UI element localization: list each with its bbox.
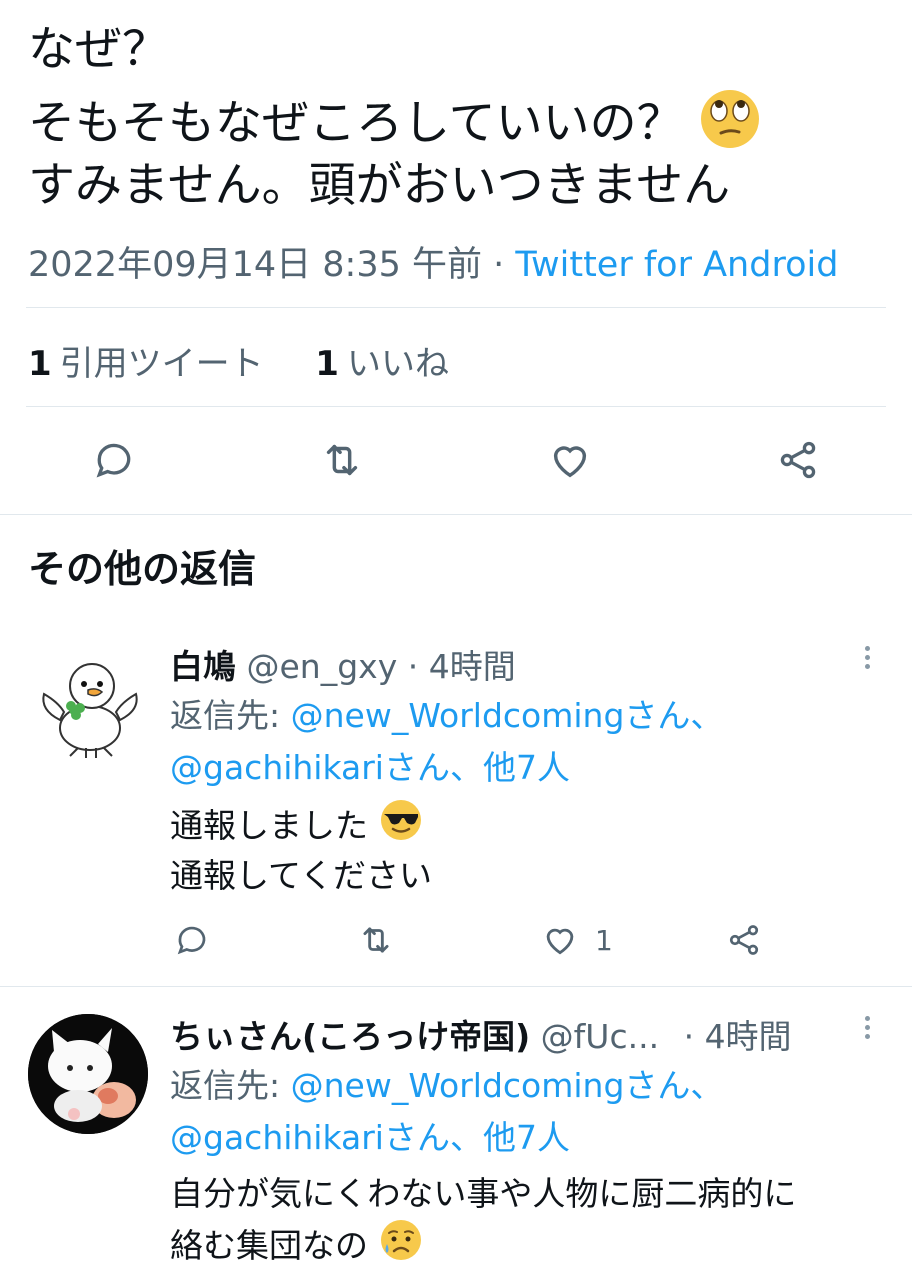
reply-text-line-2: 通報してください <box>170 856 433 895</box>
reply-author-handle[interactable]: @fUc... <box>541 1017 659 1056</box>
reply-to-line-2: @gachihikariさん、他7人 <box>170 742 570 794</box>
likes-stat[interactable]: 1 いいね <box>315 344 449 384</box>
reply-separator: · <box>683 1017 695 1056</box>
sunglasses-emoji-icon <box>379 798 423 857</box>
tweet-text-line-2-text: そもそもなぜころしていいの？ <box>28 96 684 151</box>
reply-mention-link[interactable]: @gachihikariさん、他7人 <box>170 748 570 787</box>
like-button[interactable] <box>538 918 582 962</box>
reply-time[interactable]: 4時間 <box>429 647 516 686</box>
divider <box>26 406 886 407</box>
reply-icon <box>96 443 131 478</box>
share-button[interactable] <box>770 432 826 488</box>
avatar[interactable] <box>30 650 150 770</box>
reply-to-prefix: 返信先: <box>170 1066 291 1105</box>
reply-mention-link[interactable]: @new_Worldcomingさん、 <box>291 696 724 735</box>
quote-count: 1 <box>28 344 52 384</box>
share-icon <box>780 441 816 479</box>
reply-author-name[interactable]: ちぃさん(ころっけ帝国) <box>170 1017 530 1056</box>
reply-header: 白鳩 @en_gxy · 4時間 <box>170 640 516 688</box>
sad-relieved-emoji-icon <box>379 1218 423 1277</box>
more-options-icon[interactable] <box>862 1012 872 1052</box>
share-button[interactable] <box>722 918 766 962</box>
tweet-timestamp[interactable]: 2022年09月14日 8:35 午前 <box>28 245 482 285</box>
tweet-text-line-3: すみません。頭がおいつきません <box>28 158 731 213</box>
reply-to-prefix: 返信先: <box>170 696 291 735</box>
reply-author-handle[interactable]: @en_gxy <box>247 647 398 686</box>
reply-time[interactable]: 4時間 <box>705 1017 792 1056</box>
divider <box>26 307 886 308</box>
like-icon <box>546 928 574 955</box>
reply-like-count: 1 <box>595 924 613 957</box>
reply-mention-link[interactable]: @new_Worldcomingさん、 <box>291 1066 724 1105</box>
reply-to-line-1: 返信先: @new_Worldcomingさん、 <box>170 690 723 742</box>
rolling-eyes-emoji-icon <box>699 88 761 165</box>
retweet-icon <box>363 927 389 953</box>
meta-separator: · <box>493 245 505 285</box>
tweet-stats: 1 引用ツイート 1 いいね <box>28 336 449 385</box>
reply-to-line-2: @gachihikariさん、他7人 <box>170 1112 570 1164</box>
tweet-meta: 2022年09月14日 8:35 午前 · Twitter for Androi… <box>28 236 838 287</box>
divider <box>0 986 912 987</box>
quote-label: 引用ツイート <box>59 344 264 384</box>
reply-text: 絡む集団なの <box>170 1226 368 1265</box>
reply-header: ちぃさん(ころっけ帝国) @fUc... · 4時間 <box>170 1010 792 1058</box>
reply-mention-link[interactable]: @gachihikariさん、他7人 <box>170 1118 570 1157</box>
reply-icon <box>177 926 206 955</box>
reply-text-line-2: 絡む集団なの <box>170 1218 423 1277</box>
more-replies-heading: その他の返信 <box>28 547 257 591</box>
tweet-text-line-1: なぜ？ <box>28 22 169 77</box>
retweet-button[interactable] <box>314 432 370 488</box>
reply-author-name[interactable]: 白鳩 <box>170 647 236 686</box>
reply-button[interactable] <box>170 918 214 962</box>
like-button[interactable] <box>542 432 598 488</box>
tweet-source-link[interactable]: Twitter for Android <box>515 245 838 285</box>
reply-text-line-1: 通報しました <box>170 798 423 857</box>
tweet-text-line-2: そもそもなぜころしていいの？ <box>28 88 761 165</box>
reply-text: 通報しました <box>170 806 368 845</box>
more-options-icon[interactable] <box>862 642 872 682</box>
retweet-icon <box>326 444 358 476</box>
reply-button[interactable] <box>86 432 142 488</box>
reply-to-line-1: 返信先: @new_Worldcomingさん、 <box>170 1060 723 1112</box>
reply-separator: · <box>407 647 419 686</box>
share-icon <box>729 925 759 955</box>
likes-label: いいね <box>346 344 449 384</box>
divider <box>0 514 912 515</box>
avatar[interactable] <box>28 1014 148 1134</box>
reply-text-line-1: 自分が気にくわない事や人物に厨二病的に <box>170 1174 797 1213</box>
likes-count: 1 <box>315 344 339 384</box>
retweet-button[interactable] <box>354 918 398 962</box>
like-icon <box>553 446 587 478</box>
quote-tweets-stat[interactable]: 1 引用ツイート <box>28 344 264 384</box>
